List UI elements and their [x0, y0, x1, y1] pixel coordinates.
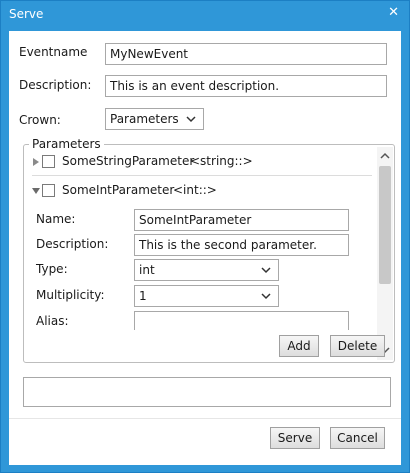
crown-select[interactable]: Parameters	[105, 108, 204, 130]
parameter-row-int[interactable]: SomeIntParameter <int::>	[24, 180, 372, 202]
crown-label: Crown:	[19, 113, 61, 127]
param-alias-label: Alias:	[36, 314, 69, 328]
parameter-name: SomeStringParameter	[62, 154, 195, 168]
param-alias-field[interactable]	[134, 311, 349, 330]
param-multiplicity-value: 1	[139, 289, 147, 303]
dialog-content: Eventname MyNewEvent Description: This i…	[9, 31, 401, 465]
param-type-select[interactable]: int	[134, 259, 279, 281]
description-field[interactable]: This is an event description.	[105, 75, 387, 97]
param-type-label: Type:	[36, 262, 68, 276]
parameter-checkbox[interactable]	[42, 155, 55, 168]
eventname-field[interactable]: MyNewEvent	[105, 43, 387, 65]
crown-select-value: Parameters	[110, 112, 179, 126]
triangle-right-icon[interactable]	[31, 157, 41, 167]
parameter-row-string[interactable]: SomeStringParameter <string::>	[24, 151, 372, 173]
eventname-label: Eventname	[19, 45, 88, 59]
cancel-button[interactable]: Cancel	[330, 427, 385, 449]
param-multiplicity-select[interactable]: 1	[134, 285, 279, 307]
close-icon[interactable]: ✕	[388, 5, 399, 20]
param-multiplicity-label: Multiplicity:	[36, 288, 105, 302]
param-name-label: Name:	[36, 212, 76, 226]
description-label: Description:	[19, 78, 92, 92]
param-description-field[interactable]: This is the second parameter.	[134, 234, 349, 256]
chevron-down-icon	[261, 267, 271, 274]
parameter-type-tag: <string::>	[190, 154, 253, 168]
dialog-window: Serve ✕ Eventname MyNewEvent Description…	[0, 0, 410, 473]
serve-button[interactable]: Serve	[270, 427, 320, 449]
add-button[interactable]: Add	[279, 335, 319, 357]
parameter-type-tag: <int::>	[173, 183, 217, 197]
parameters-group-title: Parameters	[29, 137, 104, 151]
parameter-checkbox[interactable]	[42, 184, 55, 197]
param-name-field[interactable]: SomeIntParameter	[134, 209, 349, 231]
scroll-up-icon[interactable]	[379, 150, 391, 162]
param-type-value: int	[139, 263, 155, 277]
delete-button[interactable]: Delete	[330, 335, 385, 357]
param-description-label: Description:	[36, 237, 109, 251]
parameter-name: SomeIntParameter	[62, 183, 175, 197]
triangle-down-icon[interactable]	[31, 186, 41, 196]
chevron-down-icon	[186, 116, 196, 123]
title-bar[interactable]: Serve ✕	[1, 1, 409, 29]
scrollbar-thumb[interactable]	[379, 166, 391, 284]
chevron-down-icon	[261, 293, 271, 300]
parameters-group: SomeStringParameter <string::> SomeIntPa…	[23, 144, 395, 363]
window-title: Serve	[9, 7, 44, 21]
status-box	[23, 377, 391, 407]
row-divider	[32, 175, 372, 176]
parameters-scrollbar[interactable]	[377, 147, 393, 360]
footer-divider	[9, 418, 401, 419]
